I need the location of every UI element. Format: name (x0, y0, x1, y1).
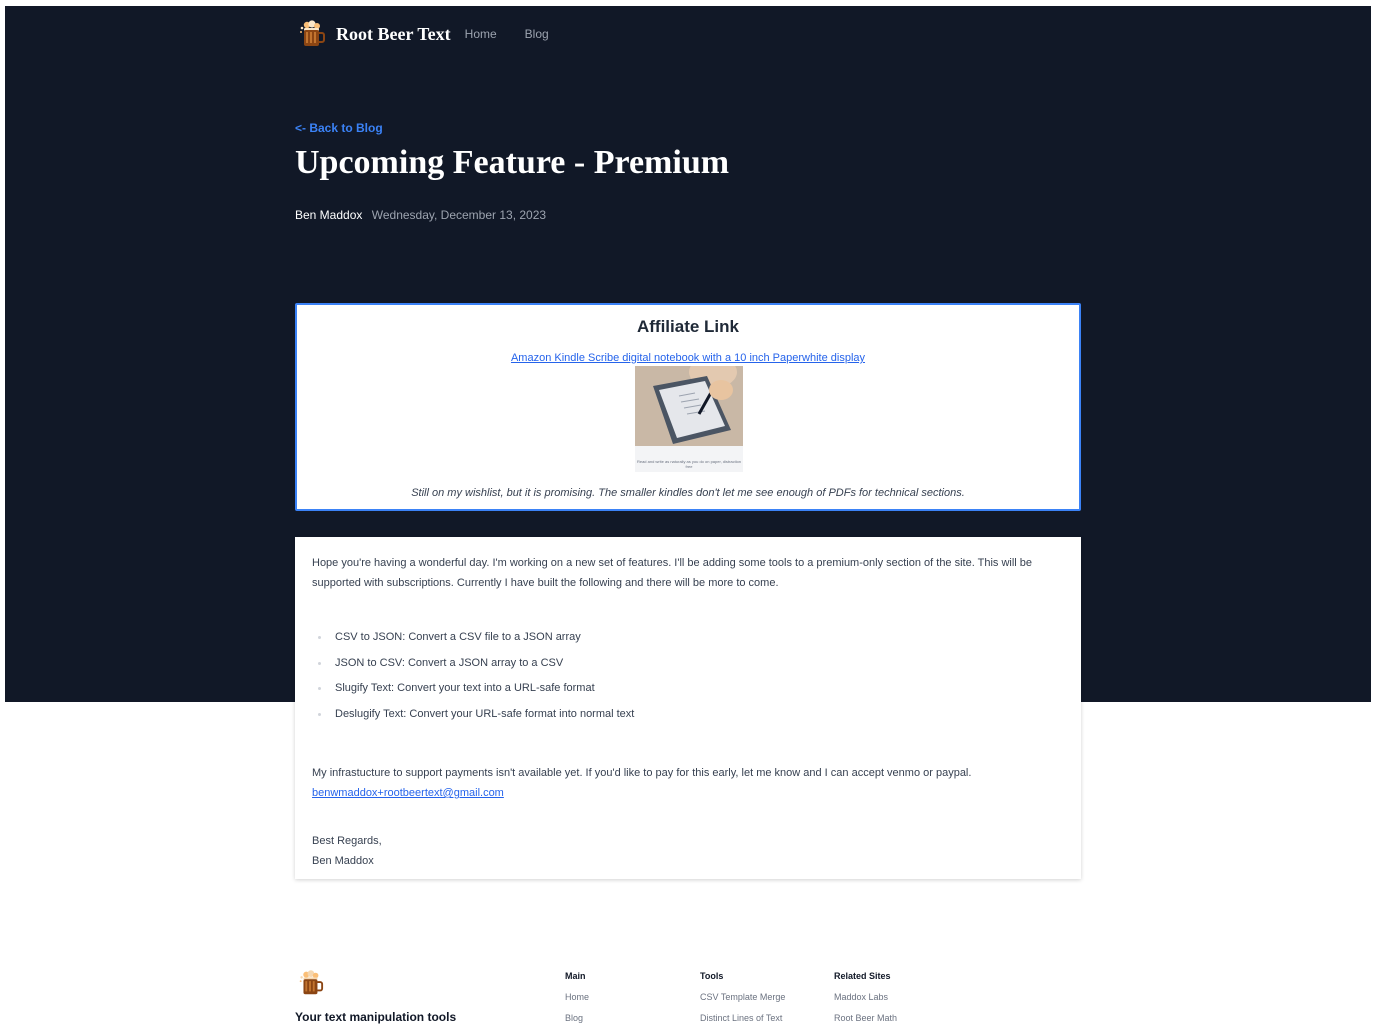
closing-text: Best Regards, (312, 835, 382, 847)
footer-link-blog[interactable]: Blog (565, 1013, 589, 1025)
footer-column-title: Tools (700, 971, 724, 981)
feature-item: Deslugify Text: Convert your URL-safe fo… (312, 704, 1064, 730)
kindle-scribe-image (635, 366, 743, 446)
signature-text: Ben Maddox (312, 855, 374, 867)
product-image[interactable]: Read and write as naturally as you do on… (635, 366, 743, 472)
footer-column-tools: Tools CSV Template Merge Distinct Lines … (700, 971, 785, 1025)
top-nav: Root Beer Text Home Blog (296, 18, 577, 50)
affiliate-product-link[interactable]: Amazon Kindle Scribe digital notebook wi… (297, 352, 1079, 364)
sign-off: Best Regards, Ben Maddox (312, 831, 1064, 871)
feature-list: CSV to JSON: Convert a CSV file to a JSO… (312, 627, 1064, 729)
feature-item: CSV to JSON: Convert a CSV file to a JSO… (312, 627, 1064, 653)
root-beer-mug-icon (299, 970, 324, 995)
post-author: Ben Maddox (295, 208, 363, 222)
affiliate-box: Affiliate Link Amazon Kindle Scribe digi… (295, 303, 1081, 511)
footer-link-csv-template-merge[interactable]: CSV Template Merge (700, 992, 785, 1013)
nav-link-home[interactable]: Home (465, 27, 497, 41)
footer-link-home[interactable]: Home (565, 992, 589, 1013)
affiliate-note: Still on my wishlist, but it is promisin… (411, 487, 965, 499)
footer-tagline: Your text manipulation tools (295, 1010, 457, 1024)
brand-link[interactable]: Root Beer Text (336, 24, 451, 45)
post-title: Upcoming Feature - Premium (295, 144, 730, 181)
footer-column-title: Related Sites (834, 971, 891, 981)
root-beer-mug-icon[interactable] (296, 19, 326, 49)
footer-column-title: Main (565, 971, 586, 981)
post-meta: Ben Maddox Wednesday, December 13, 2023 (295, 208, 546, 222)
footer-link-distinct-lines[interactable]: Distinct Lines of Text (700, 1013, 785, 1025)
post-content: Hope you're having a wonderful day. I'm … (295, 537, 1081, 879)
intro-paragraph: Hope you're having a wonderful day. I'm … (312, 557, 1033, 589)
feature-item: Slugify Text: Convert your text into a U… (312, 678, 1064, 704)
payments-text: My infrastucture to support payments isn… (312, 767, 972, 779)
footer-column-related-sites: Related Sites Maddox Labs Root Beer Math (834, 971, 897, 1025)
footer-link-root-beer-math[interactable]: Root Beer Math (834, 1013, 897, 1025)
post-date: Wednesday, December 13, 2023 (371, 208, 547, 222)
back-to-blog-link[interactable]: <- Back to Blog (295, 121, 383, 135)
nav-link-blog[interactable]: Blog (525, 27, 549, 41)
email-link[interactable]: benwmaddox+rootbeertext@gmail.com (312, 787, 504, 799)
product-image-caption: Read and write as naturally as you do on… (636, 459, 742, 469)
affiliate-heading: Affiliate Link (636, 317, 739, 336)
footer-column-main: Main Home Blog (565, 971, 589, 1025)
footer-link-maddox-labs[interactable]: Maddox Labs (834, 992, 897, 1013)
feature-item: JSON to CSV: Convert a JSON array to a C… (312, 653, 1064, 679)
payments-paragraph: My infrastucture to support payments isn… (312, 763, 1064, 803)
